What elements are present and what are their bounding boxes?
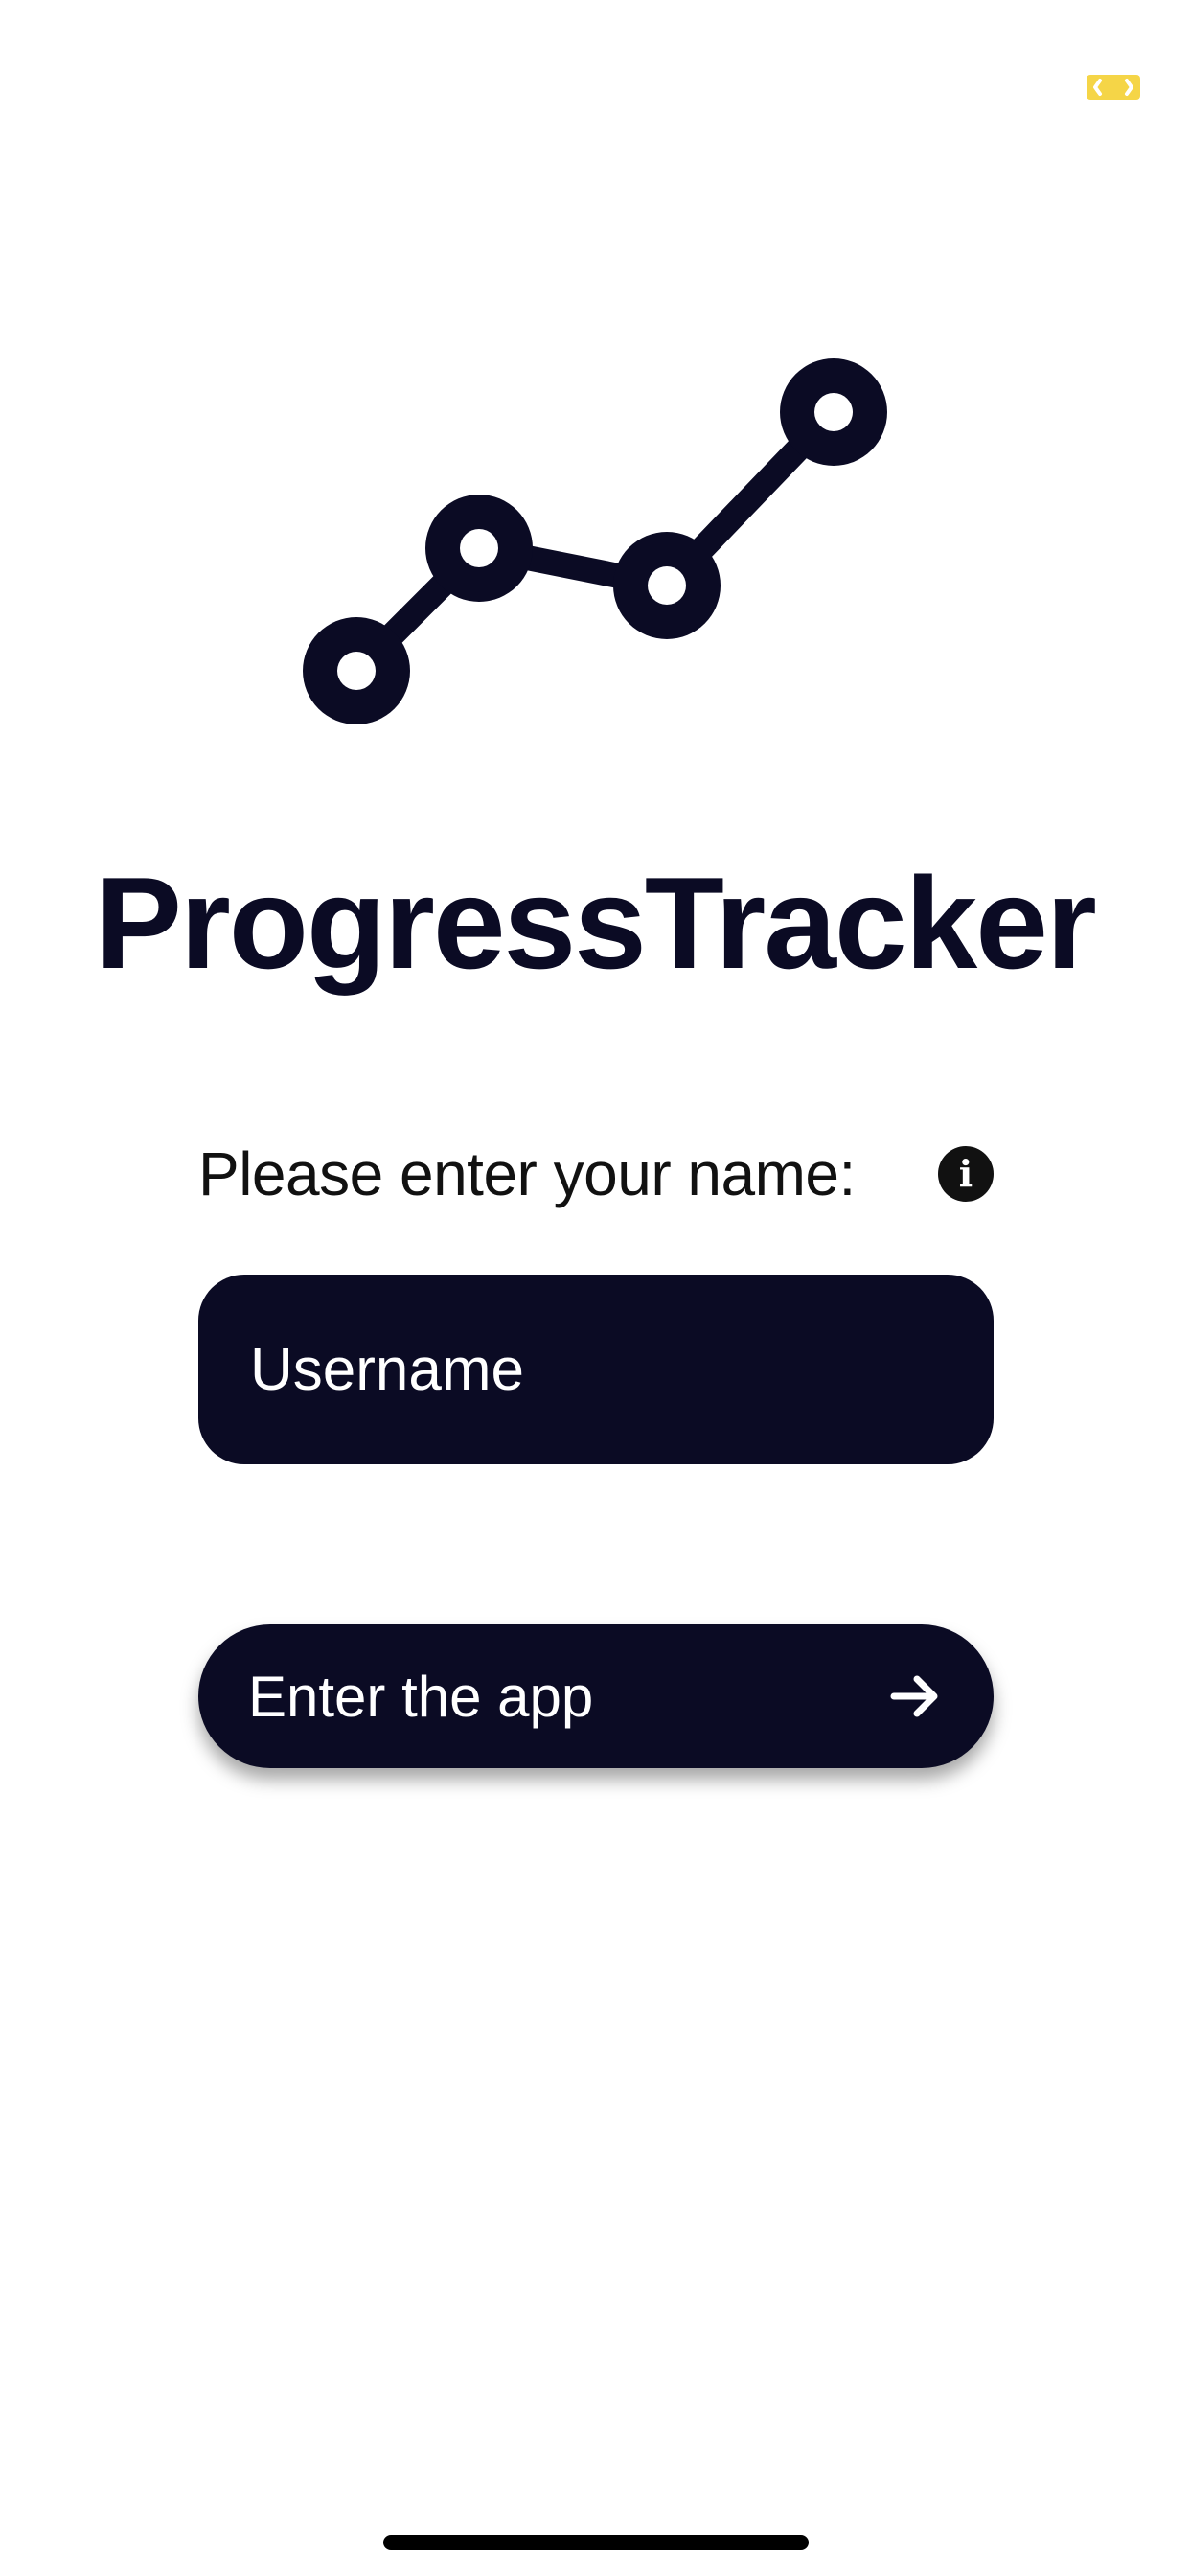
bracket-indicator-icon bbox=[1085, 69, 1142, 107]
login-screen: ProgressTracker Please enter your name: … bbox=[0, 0, 1190, 2576]
progress-line-graph-icon bbox=[287, 345, 901, 748]
app-title: ProgressTracker bbox=[95, 850, 1097, 996]
home-indicator[interactable] bbox=[383, 2535, 809, 2550]
username-input[interactable] bbox=[248, 1334, 944, 1405]
info-icon-glyph: i bbox=[958, 1152, 973, 1195]
arrow-right-icon bbox=[886, 1668, 944, 1725]
enter-app-button[interactable]: Enter the app bbox=[198, 1624, 994, 1768]
name-prompt-row: Please enter your name: i bbox=[198, 1136, 994, 1212]
info-icon[interactable]: i bbox=[938, 1146, 994, 1202]
enter-app-button-label: Enter the app bbox=[248, 1664, 594, 1729]
name-prompt-label: Please enter your name: bbox=[198, 1139, 856, 1208]
username-field[interactable] bbox=[198, 1275, 994, 1464]
